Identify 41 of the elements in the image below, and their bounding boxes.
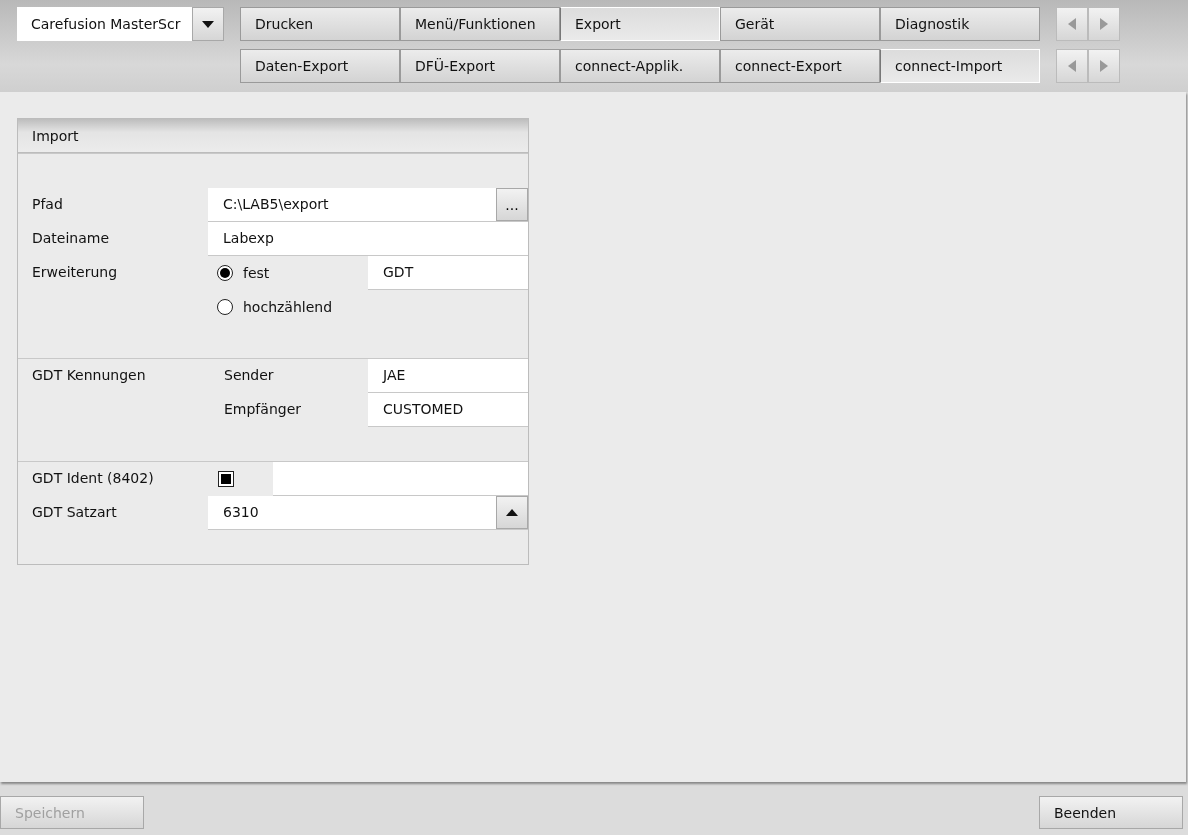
browse-button[interactable]: ... [496, 188, 528, 221]
field-label: Dateiname [31, 229, 111, 248]
caret-icon [202, 20, 214, 28]
quit-button[interactable]: Beenden [1039, 796, 1183, 829]
id-field[interactable]: CUSTOMED [368, 393, 528, 427]
extension-field[interactable]: GDT [368, 256, 528, 290]
field-label: Erweiterung [31, 263, 119, 282]
checkbox[interactable] [218, 471, 234, 487]
dropdown-button[interactable] [192, 7, 224, 41]
radio-option[interactable]: fest [208, 256, 368, 290]
scroll-left-button[interactable] [1056, 7, 1088, 41]
tab[interactable]: Drucken [240, 7, 400, 41]
ident-field[interactable] [273, 462, 528, 496]
tab[interactable]: Menü/Funktionen [400, 7, 560, 41]
tab[interactable]: connect-Applik. [560, 49, 720, 83]
tab[interactable]: Diagnostik [880, 7, 1040, 41]
tab[interactable]: Daten-Export [240, 49, 400, 83]
field-label: GDT Satzart [31, 503, 118, 522]
tab[interactable]: connect-Import [880, 49, 1040, 83]
right-arrow-icon [1100, 60, 1108, 72]
field-label: GDT Ident (8402) [31, 469, 155, 488]
panel-title: Import [18, 119, 528, 153]
scroll-left-button[interactable] [1056, 49, 1088, 83]
tab[interactable]: connect-Export [720, 49, 880, 83]
field-label: GDT Kennungen [31, 366, 147, 385]
caret-icon [506, 509, 518, 516]
field-label: Empfänger [223, 400, 302, 419]
left-arrow-icon [1068, 18, 1076, 30]
profile-dropdown[interactable]: Carefusion MasterScr [17, 7, 192, 41]
id-field[interactable]: JAE [368, 359, 528, 393]
tab[interactable]: Gerät [720, 7, 880, 41]
right-arrow-icon [1100, 18, 1108, 30]
scroll-right-button[interactable] [1088, 49, 1120, 83]
left-arrow-icon [1068, 60, 1076, 72]
radio-option[interactable]: hochzählend [208, 290, 368, 324]
field-label: Sender [223, 366, 275, 385]
scroll-right-button[interactable] [1088, 7, 1120, 41]
tab[interactable]: DFÜ-Export [400, 49, 560, 83]
field-label: Pfad [31, 195, 64, 214]
tab[interactable]: Export [560, 7, 720, 41]
spin-up-button[interactable] [496, 496, 528, 529]
